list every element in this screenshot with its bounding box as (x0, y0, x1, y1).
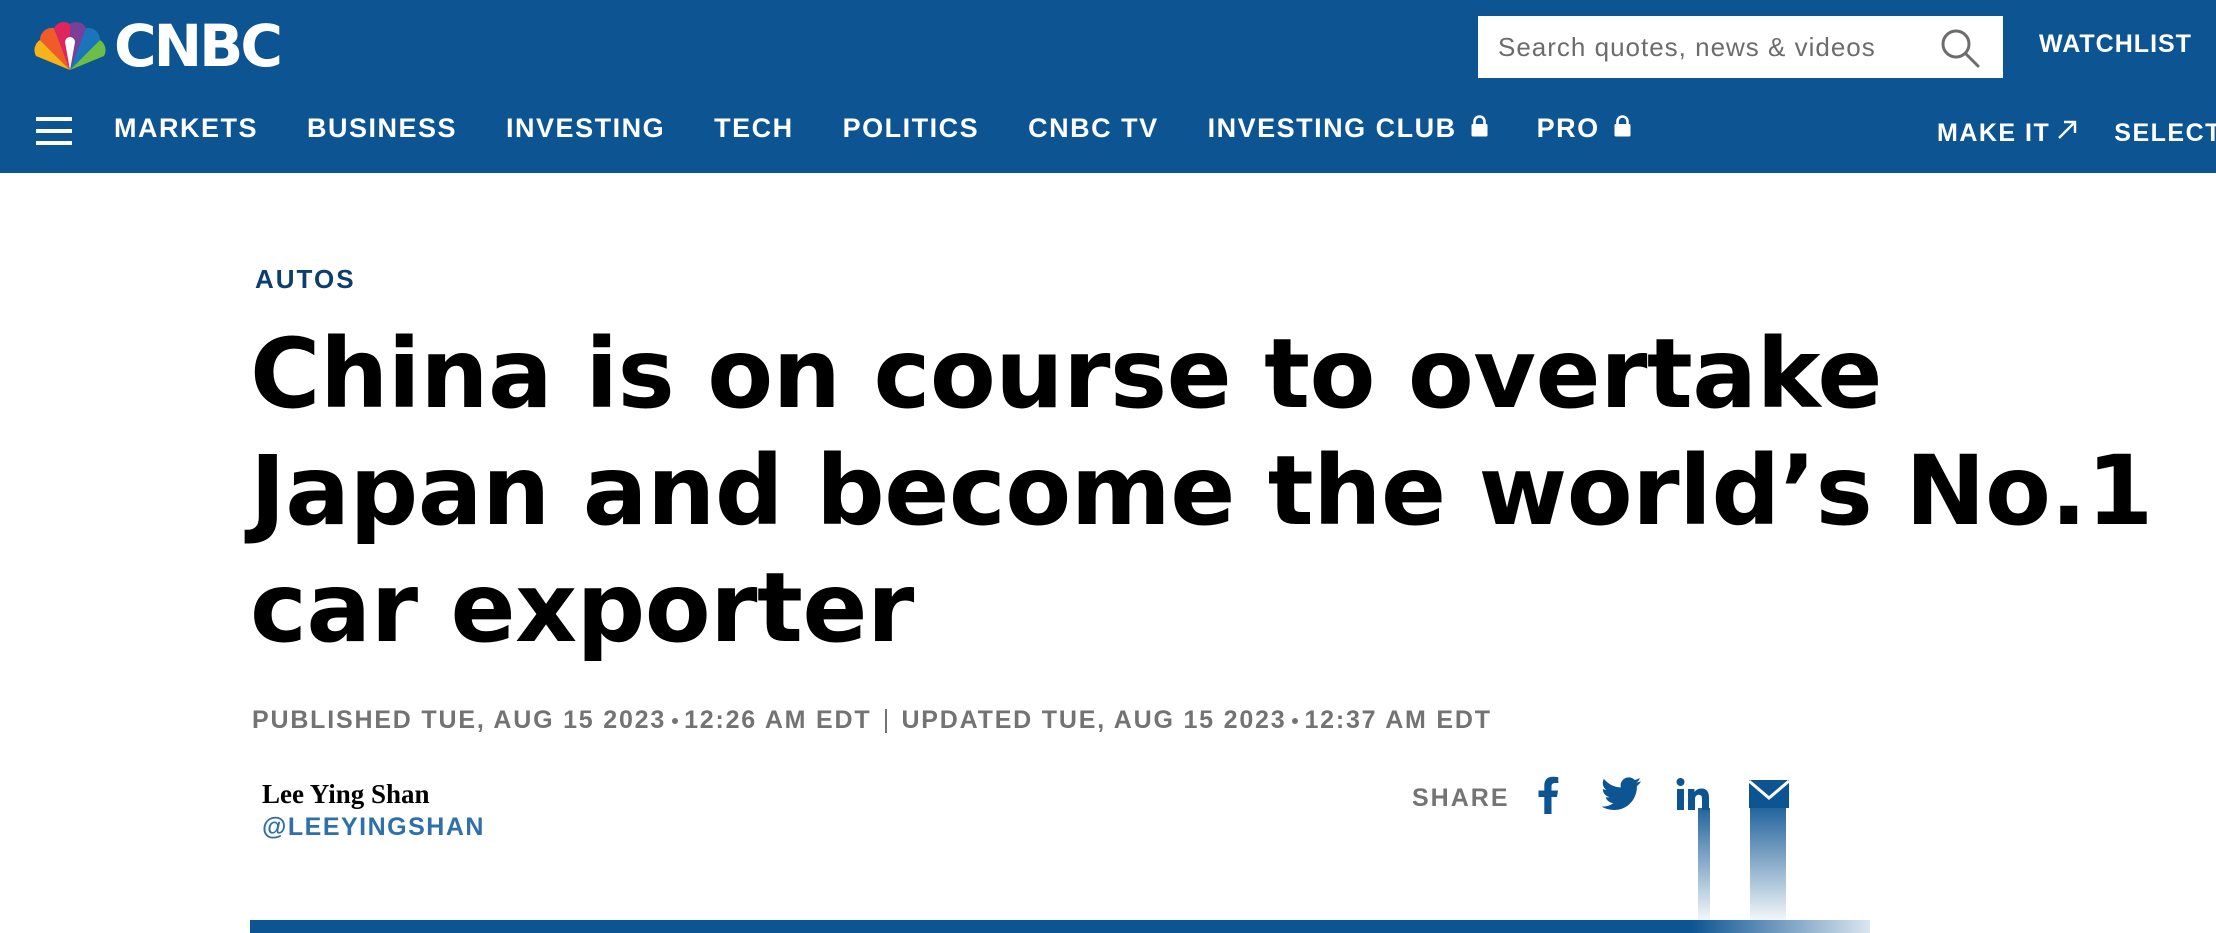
nav-item-label: TECH (714, 113, 794, 143)
nav-item-make-it[interactable]: MAKE IT (1937, 119, 2078, 148)
search-icon[interactable] (1938, 26, 1982, 70)
nav-item-investing-club[interactable]: INVESTING CLUB (1208, 113, 1488, 144)
peacock-icon (34, 22, 106, 70)
secondary-nav: MAKE IT SELECT (1937, 119, 2216, 148)
nav-item-cnbc-tv[interactable]: CNBC TV (1028, 113, 1159, 144)
render-artifact (1750, 808, 1786, 920)
cnbc-logo[interactable]: CNBC (32, 12, 283, 80)
nav-item-politics[interactable]: POLITICS (843, 113, 980, 144)
external-link-icon (2056, 119, 2078, 148)
nav-item-label: CNBC TV (1028, 113, 1159, 143)
article-timestamps: PUBLISHED TUE, AUG 15 2023 12:26 AM EDT U… (252, 706, 1492, 735)
watchlist-link[interactable]: WATCHLIST (2039, 30, 2192, 59)
lock-icon (1614, 113, 1631, 144)
render-artifact (1698, 808, 1710, 920)
nav-item-label: POLITICS (842, 113, 980, 143)
nav-item-tech[interactable]: TECH (714, 113, 794, 144)
nav-item-investing[interactable]: INVESTING (506, 113, 665, 144)
nav-item-label: MARKETS (114, 113, 258, 143)
twitter-icon[interactable] (1601, 776, 1642, 817)
nav-item-label: MAKE IT (1937, 119, 2051, 147)
search-input[interactable] (1478, 16, 1918, 78)
updated-date: TUE, AUG 15 2023 (1041, 706, 1287, 734)
article-headline: China is on course to overtake Japan and… (250, 318, 2153, 664)
updated-label: UPDATED (901, 706, 1034, 734)
separator-dot (672, 717, 679, 724)
author-twitter-handle[interactable]: @LEEYINGSHAN (262, 813, 485, 842)
separator-pipe (885, 708, 888, 733)
content-divider-fade (1690, 920, 1870, 933)
published-time: 12:26 AM EDT (684, 706, 872, 734)
hamburger-menu-icon[interactable] (36, 116, 72, 146)
nav-item-business[interactable]: BUSINESS (307, 113, 457, 144)
share-label: SHARE (1412, 784, 1510, 812)
facebook-icon[interactable] (1536, 776, 1560, 819)
published-date: TUE, AUG 15 2023 (421, 706, 667, 734)
updated-time: 12:37 AM EDT (1304, 706, 1492, 734)
site-header: CNBC WATCHLIST MARKETS BUSINESS INVESTIN… (0, 0, 2216, 173)
logo-wordmark: CNBC (114, 12, 283, 80)
nav-item-label: INVESTING (506, 113, 666, 143)
lock-icon (1471, 113, 1488, 144)
separator-dot (1292, 717, 1299, 724)
main-nav: MARKETS BUSINESS INVESTING TECH POLITICS… (114, 113, 1680, 144)
content-divider (250, 920, 1690, 933)
nav-item-select[interactable]: SELECT (2114, 119, 2216, 148)
nav-item-markets[interactable]: MARKETS (114, 113, 258, 144)
nav-item-label: SELECT (2114, 119, 2216, 147)
author-name[interactable]: Lee Ying Shan (262, 779, 430, 810)
section-kicker[interactable]: AUTOS (255, 264, 356, 295)
nav-item-label: BUSINESS (307, 113, 458, 143)
nav-item-pro[interactable]: PRO (1537, 113, 1631, 144)
nav-item-label: PRO (1536, 113, 1600, 143)
search-bar (1478, 16, 2003, 78)
published-label: PUBLISHED (252, 706, 413, 734)
nav-item-label: INVESTING CLUB (1207, 113, 1457, 143)
